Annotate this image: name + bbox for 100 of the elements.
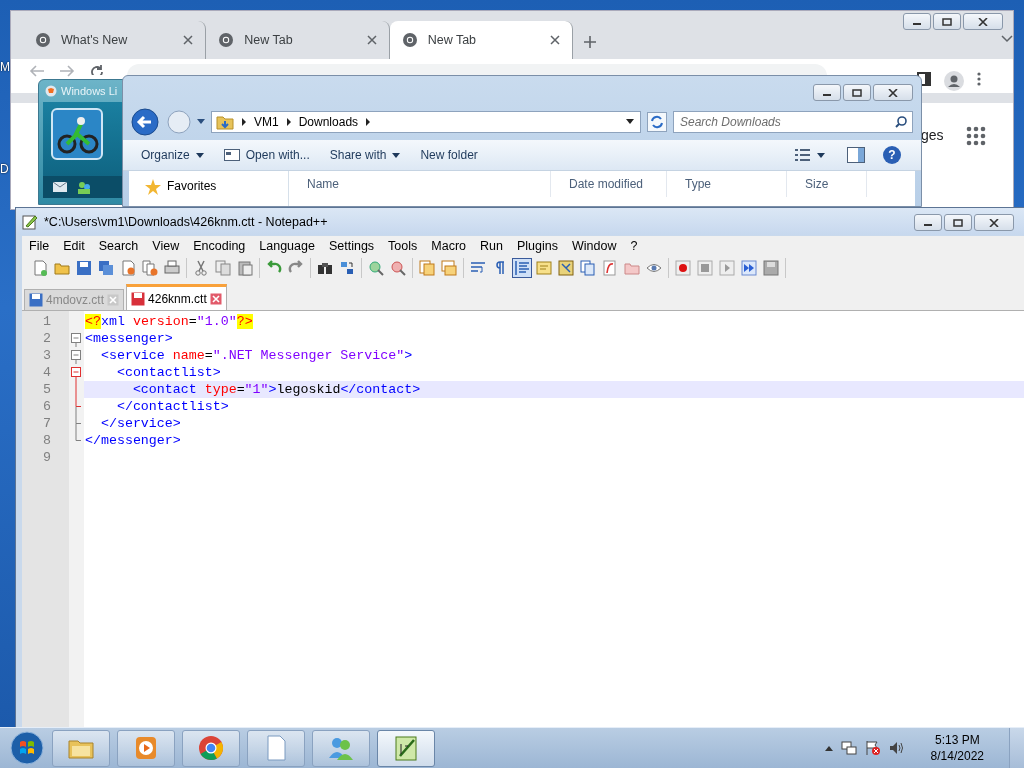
close-icon[interactable] — [183, 35, 194, 45]
close-button[interactable] — [963, 13, 1003, 30]
word-wrap-icon — [470, 260, 486, 276]
maximize-button[interactable] — [933, 13, 961, 30]
desktop-icon-label[interactable]: M — [0, 60, 10, 74]
address-bar[interactable] — [127, 64, 827, 76]
menu-item[interactable]: Macro — [424, 239, 474, 253]
paste-button[interactable] — [235, 258, 255, 278]
menu-item[interactable]: Settings — [321, 239, 382, 253]
network-icon[interactable] — [840, 740, 857, 756]
taskbar-button[interactable] — [312, 729, 370, 767]
mail-icon[interactable] — [53, 182, 67, 192]
page-link[interactable]: ges — [921, 127, 944, 143]
contacts-icon[interactable] — [77, 180, 91, 194]
menu-item[interactable]: ? — [623, 239, 645, 253]
minimize-button[interactable] — [914, 214, 942, 231]
dropdown-icon[interactable] — [626, 119, 634, 125]
indent-guide-button[interactable] — [512, 258, 532, 278]
document-map-button[interactable] — [556, 258, 576, 278]
zoom-in-button[interactable] — [366, 258, 386, 278]
fast-forward-button[interactable] — [739, 258, 759, 278]
menu-item[interactable]: Search — [91, 239, 146, 253]
close-icon[interactable] — [366, 35, 377, 45]
line-number: 9 — [42, 449, 52, 466]
column-header[interactable]: Date modified — [551, 171, 667, 197]
menu-icon[interactable] — [976, 71, 982, 87]
taskbar-button[interactable] — [247, 729, 305, 767]
minimize-button[interactable] — [903, 13, 931, 30]
chevron-icon[interactable] — [286, 118, 291, 126]
breadcrumb-item[interactable]: VM1 — [254, 115, 279, 129]
menu-item[interactable]: Run — [473, 239, 510, 253]
new-tab-icon[interactable] — [583, 35, 597, 49]
close-button[interactable] — [873, 84, 913, 101]
volume-icon[interactable] — [888, 740, 905, 756]
fold-toggle-icon[interactable] — [71, 367, 81, 381]
folder-icon — [624, 260, 640, 276]
save-all-button[interactable] — [96, 258, 116, 278]
close-icon[interactable] — [550, 35, 560, 45]
save-button[interactable] — [74, 258, 94, 278]
document-list-button[interactable] — [578, 258, 598, 278]
reload-icon[interactable] — [89, 64, 105, 75]
menu-item[interactable]: Window — [564, 239, 624, 253]
fold-toggle-icon[interactable] — [71, 333, 81, 347]
sync-vertical-button[interactable] — [417, 258, 437, 278]
stop-button[interactable] — [695, 258, 715, 278]
address-bar[interactable]: VM1 Downloads — [211, 111, 641, 133]
taskbar-button[interactable] — [117, 729, 175, 767]
command-button[interactable]: Share with — [325, 146, 405, 164]
column-header[interactable]: Size — [787, 171, 867, 197]
command-button[interactable]: New folder — [416, 146, 482, 164]
play-button[interactable] — [717, 258, 737, 278]
file-tab[interactable]: 426knm.ctt — [126, 284, 227, 310]
refresh-icon[interactable] — [647, 112, 667, 132]
flag-icon[interactable] — [864, 740, 881, 756]
chevron-icon[interactable] — [366, 118, 371, 126]
close-icon — [989, 218, 999, 227]
help-button[interactable]: ? — [883, 146, 901, 164]
record-button[interactable] — [673, 258, 693, 278]
maximize-button[interactable] — [843, 84, 871, 101]
menu-item[interactable]: Plugins — [509, 239, 565, 253]
close-all-button[interactable] — [140, 258, 160, 278]
column-header[interactable]: Name — [289, 171, 551, 197]
command-button[interactable]: Open with... — [219, 146, 314, 164]
menu-item[interactable]: Language — [252, 239, 322, 253]
fold-toggle-icon[interactable] — [71, 350, 81, 364]
clock-date[interactable]: 8/14/2022 — [930, 748, 984, 764]
taskbar-button[interactable] — [182, 729, 240, 767]
nav-item[interactable]: Favorites — [167, 179, 217, 193]
browser-tab[interactable]: New Tab — [389, 21, 573, 59]
taskbar-button[interactable] — [377, 729, 435, 767]
profile-icon[interactable] — [944, 71, 964, 91]
menu-item[interactable]: Encoding — [186, 239, 253, 253]
start-button[interactable] — [10, 731, 44, 765]
command-button[interactable]: Organize — [137, 146, 208, 164]
preview-pane-icon[interactable] — [847, 147, 865, 163]
menu-item[interactable]: File — [22, 239, 57, 253]
downloads-folder-icon — [216, 114, 234, 130]
close-icon[interactable] — [209, 292, 222, 305]
tab-title: New Tab — [427, 33, 478, 47]
close-icon — [978, 17, 988, 26]
close-button[interactable] — [974, 214, 1014, 231]
minimize-button[interactable] — [813, 84, 841, 101]
copy-button[interactable] — [213, 258, 233, 278]
sync-horizontal-button[interactable] — [439, 258, 459, 278]
side-panel-icon[interactable] — [916, 71, 932, 87]
clock-time[interactable]: 5:13 PM — [934, 732, 980, 748]
column-header[interactable]: Type — [667, 171, 787, 197]
save-macro-button[interactable] — [761, 258, 781, 278]
menu-item[interactable]: Edit — [56, 239, 92, 253]
back-icon[interactable] — [131, 108, 161, 136]
show-hidden-icons-icon[interactable] — [824, 745, 833, 751]
maximize-button[interactable] — [944, 214, 972, 231]
desktop-icon-label[interactable]: D — [0, 162, 9, 176]
menu-item[interactable]: Tools — [381, 239, 425, 253]
tab-title: What's New — [61, 33, 129, 47]
menu-item[interactable]: View — [145, 239, 187, 253]
breadcrumb-item[interactable]: Downloads — [298, 115, 359, 129]
search-field[interactable]: Search Downloads — [673, 111, 913, 133]
apps-grid-icon[interactable] — [966, 126, 986, 146]
zoom-out-button[interactable] — [388, 258, 408, 278]
